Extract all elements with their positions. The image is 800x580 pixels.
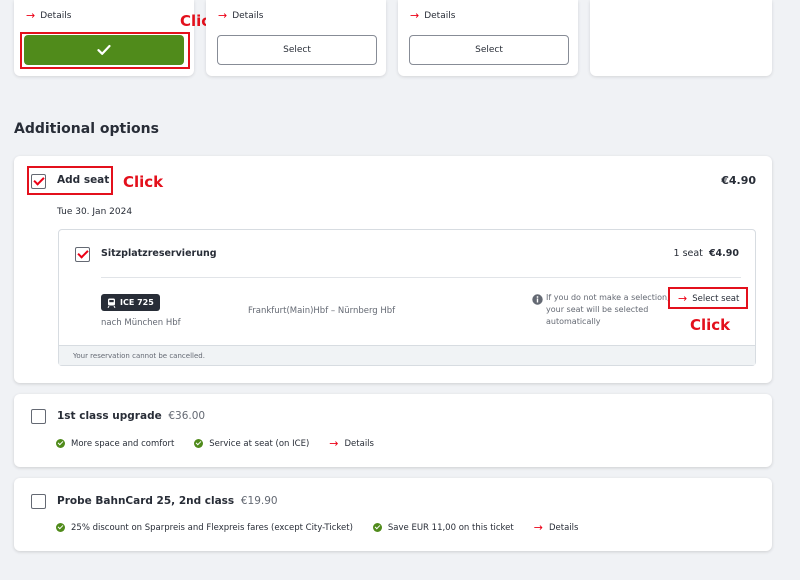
bahncard-checkbox[interactable] <box>31 494 46 509</box>
arrow-right-icon: → <box>329 437 339 450</box>
check-circle-icon <box>194 439 204 448</box>
arrow-right-icon: → <box>218 9 228 22</box>
bahncard-label: Probe BahnCard 25, 2nd class <box>57 495 235 507</box>
check-circle-icon <box>372 523 382 532</box>
check-circle-icon <box>56 523 65 532</box>
first-class-card: 1st class upgrade €36.00 More space and … <box>14 394 772 467</box>
bahncard-details-label: Details <box>548 522 579 533</box>
feature-item: 25% discount on Sparpreis and Flexpreis … <box>71 522 353 533</box>
bahncard-price: €19.90 <box>240 495 278 507</box>
first-class-checkbox[interactable] <box>31 409 46 424</box>
reservation-checkbox[interactable] <box>75 247 90 262</box>
fare-3-details-label: Details <box>424 10 456 21</box>
train-destination: nach München Hbf <box>101 318 181 328</box>
feature-item: Save EUR 11,00 on this ticket <box>387 522 514 533</box>
first-class-details-label: Details <box>344 438 374 449</box>
arrow-right-icon: → <box>410 9 420 22</box>
first-class-details-link[interactable]: → Details <box>329 438 374 449</box>
annotation-box-select-seat <box>668 287 748 309</box>
reservation-label: Sitzplatzreservierung <box>101 248 217 259</box>
auto-seat-info: If you do not make a selection, your sea… <box>546 293 670 326</box>
reservation-footer-note: Your reservation cannot be cancelled. <box>59 345 755 365</box>
first-class-title: 1st class upgrade €36.00 <box>57 410 205 422</box>
fare-2-details-link[interactable]: → Details <box>218 10 263 21</box>
seat-reservation-box: Sitzplatzreservierung 1 seat €4.90 ICE 7… <box>58 229 756 366</box>
arrow-right-icon: → <box>533 521 543 534</box>
section-title: Additional options <box>14 121 159 137</box>
route-text: Frankfurt(Main)Hbf – Nürnberg Hbf <box>248 306 396 316</box>
fare-2-details-label: Details <box>232 10 264 21</box>
arrow-right-icon: → <box>26 9 36 22</box>
train-icon <box>107 298 116 308</box>
feature-item: Service at seat (on ICE) <box>209 438 310 449</box>
fare-2-select-button[interactable]: Select <box>217 35 377 65</box>
bahncard-features: 25% discount on Sparpreis and Flexpreis … <box>56 522 578 533</box>
add-seat-price: €4.90 <box>721 174 756 187</box>
fare-card-2: → Details Select <box>206 0 386 76</box>
bahncard-title: Probe BahnCard 25, 2nd class €19.90 <box>57 495 278 507</box>
travel-date: Tue 30. Jan 2024 <box>57 207 133 217</box>
seat-count: 1 seat <box>673 248 703 259</box>
annotation-box-add-seat <box>27 166 113 195</box>
check-circle-icon <box>56 439 65 448</box>
annotation-box-fare <box>20 32 190 69</box>
feature-item: More space and comfort <box>71 438 175 449</box>
bahncard-card: Probe BahnCard 25, 2nd class €19.90 25% … <box>14 478 772 551</box>
fare-card-3: → Details Select <box>398 0 578 76</box>
first-class-label: 1st class upgrade <box>57 410 162 422</box>
fare-3-select-button[interactable]: Select <box>409 35 569 65</box>
fare-1-details-label: Details <box>40 10 72 21</box>
first-class-price: €36.00 <box>168 410 206 422</box>
bahncard-details-link[interactable]: → Details <box>534 522 579 533</box>
first-class-features: More space and comfort Service at seat (… <box>56 438 374 449</box>
annotation-click-2: Click <box>123 173 164 191</box>
reservation-price-summary: 1 seat €4.90 <box>674 248 740 259</box>
fare-3-details-link[interactable]: → Details <box>410 10 455 21</box>
train-number: ICE 725 <box>120 298 154 307</box>
fare-card-4 <box>590 0 772 76</box>
reservation-divider <box>101 277 741 278</box>
info-icon <box>532 294 543 305</box>
reservation-price: €4.90 <box>708 248 739 259</box>
fare-1-details-link[interactable]: → Details <box>26 10 71 21</box>
train-badge: ICE 725 <box>101 294 160 311</box>
annotation-click-3: Click <box>690 316 731 334</box>
